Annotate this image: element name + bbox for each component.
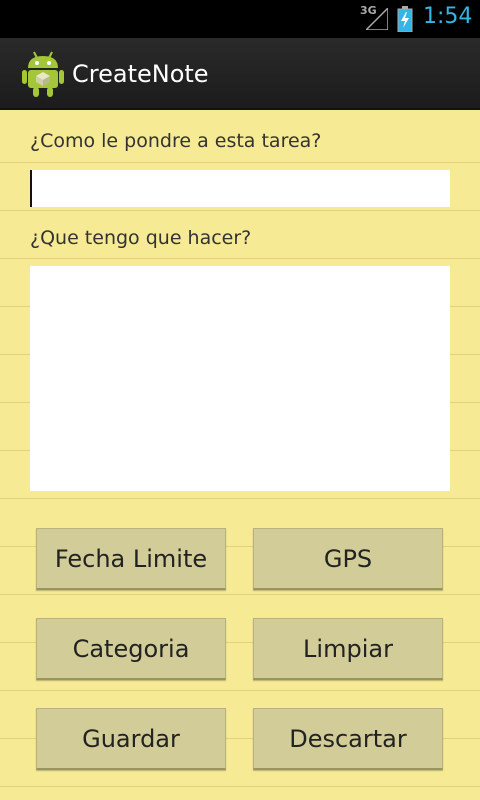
app-title: CreateNote <box>72 60 209 88</box>
note-form: ¿Como le pondre a esta tarea? ¿Que tengo… <box>0 110 480 800</box>
gps-button[interactable]: GPS <box>253 528 443 590</box>
task-title-input[interactable] <box>30 170 450 207</box>
save-button[interactable]: Guardar <box>36 708 226 770</box>
text-cursor <box>30 170 32 207</box>
category-button[interactable]: Categoria <box>36 618 226 680</box>
battery-charging-icon <box>397 6 413 32</box>
action-bar: CreateNote <box>0 38 480 110</box>
task-description-label: ¿Que tengo que hacer? <box>30 227 252 249</box>
android-app-icon[interactable] <box>22 50 64 98</box>
discard-button[interactable]: Descartar <box>253 708 443 770</box>
deadline-button[interactable]: Fecha Limite <box>36 528 226 590</box>
signal-icon <box>366 8 388 30</box>
clear-button[interactable]: Limpiar <box>253 618 443 680</box>
task-title-label: ¿Como le pondre a esta tarea? <box>30 130 322 152</box>
clock: 1:54 <box>423 4 473 29</box>
status-bar: 3G 1:54 <box>0 0 480 38</box>
task-description-input[interactable] <box>30 266 450 491</box>
